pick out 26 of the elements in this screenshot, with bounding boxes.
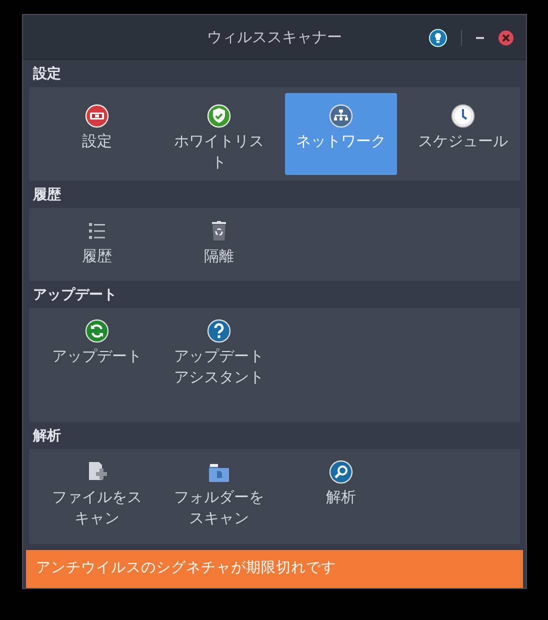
section-heading: 設定	[32, 64, 62, 84]
clock-icon	[451, 104, 475, 128]
lightbulb-icon[interactable]	[429, 29, 447, 47]
refresh-icon	[85, 319, 109, 344]
tool-button[interactable]: スケジュール	[407, 93, 519, 176]
section-heading: 解析	[32, 427, 62, 446]
help-icon	[207, 319, 231, 344]
tool-button[interactable]: ホワイトリスト	[163, 93, 275, 176]
search-icon	[329, 460, 353, 484]
tool-button[interactable]: フォルダーをスキャン	[163, 449, 275, 534]
settings-icon	[85, 104, 109, 128]
minimize-icon[interactable]	[476, 36, 484, 40]
tool-button[interactable]: 解析	[285, 449, 397, 512]
shield-check-icon	[207, 104, 231, 128]
tool-button[interactable]: アップデートアシスタント	[163, 308, 275, 392]
tool-button[interactable]: アップデート	[41, 308, 153, 372]
close-icon[interactable]	[498, 30, 514, 46]
tool-button[interactable]: 隔離	[163, 208, 275, 272]
window-title: ウィルススキャナー	[207, 26, 342, 48]
network-icon	[329, 104, 353, 128]
tool-button[interactable]: 履歴	[41, 208, 153, 272]
section-heading: 履歴	[32, 186, 62, 206]
tool-button[interactable]: 設定	[41, 93, 153, 176]
status-message: アンチウイルスのシグネチャが期限切れです	[26, 550, 523, 588]
tool-button[interactable]: ファイルをスキャン	[41, 449, 153, 534]
section-heading: アップデート	[32, 286, 118, 306]
